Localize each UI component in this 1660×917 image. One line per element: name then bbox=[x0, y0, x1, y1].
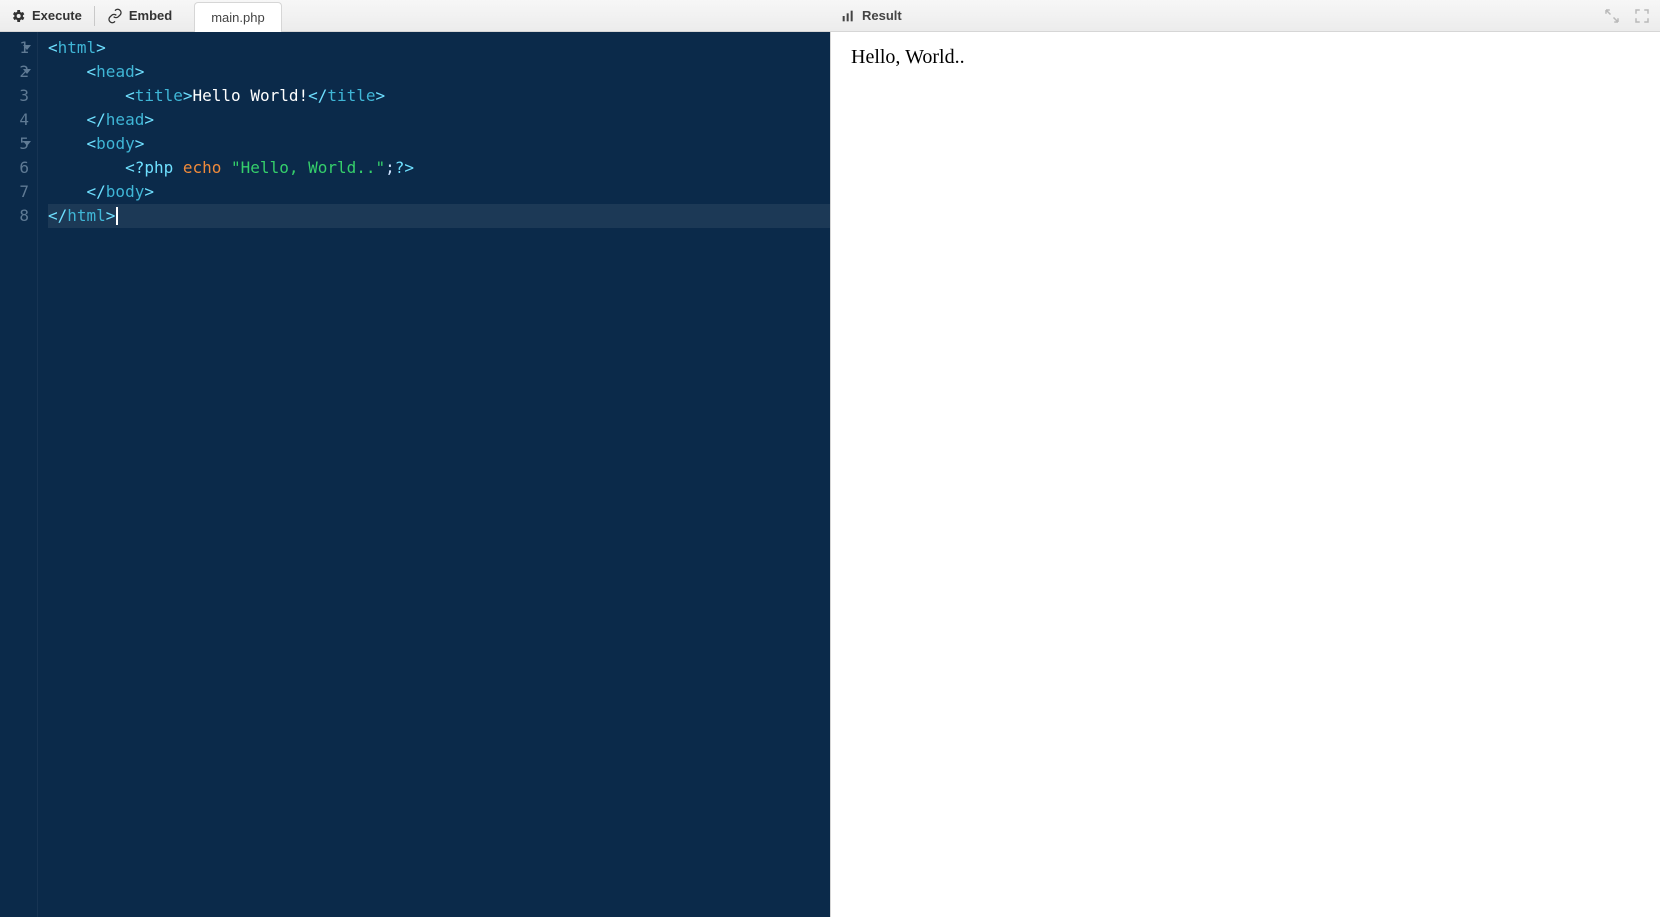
line-number: 1 bbox=[6, 36, 29, 60]
file-tab-label: main.php bbox=[211, 10, 264, 25]
embed-button[interactable]: Embed bbox=[97, 0, 182, 31]
code-line[interactable]: <body> bbox=[48, 132, 830, 156]
result-window-controls bbox=[1602, 6, 1652, 26]
code-line[interactable]: </head> bbox=[48, 108, 830, 132]
line-number: 4 bbox=[6, 108, 29, 132]
line-number: 5 bbox=[6, 132, 29, 156]
code-line[interactable]: <title>Hello World!</title> bbox=[48, 84, 830, 108]
line-number: 3 bbox=[6, 84, 29, 108]
line-number: 8 bbox=[6, 204, 29, 228]
result-pane: Hello, World.. bbox=[830, 32, 1660, 917]
embed-button-label: Embed bbox=[129, 8, 172, 23]
result-toolbar: Result bbox=[830, 0, 1660, 32]
line-number: 7 bbox=[6, 180, 29, 204]
expand-icon[interactable] bbox=[1602, 6, 1622, 26]
code-line[interactable]: <head> bbox=[48, 60, 830, 84]
line-number: 6 bbox=[6, 156, 29, 180]
file-tab[interactable]: main.php bbox=[194, 2, 281, 33]
gears-icon bbox=[10, 8, 26, 24]
result-output: Hello, World.. bbox=[851, 46, 965, 68]
main-area: 12345678 <html> <head> <title>Hello Worl… bbox=[0, 32, 1660, 917]
editor-toolbar: Execute Embed main.php bbox=[0, 0, 830, 32]
toolbar-divider bbox=[94, 6, 95, 26]
code-area[interactable]: <html> <head> <title>Hello World!</title… bbox=[38, 32, 830, 917]
code-line[interactable]: <?php echo "Hello, World..";?> bbox=[48, 156, 830, 180]
execute-button-label: Execute bbox=[32, 8, 82, 23]
execute-button[interactable]: Execute bbox=[0, 0, 92, 31]
text-cursor bbox=[116, 207, 118, 225]
top-toolbar-row: Execute Embed main.php bbox=[0, 0, 1660, 32]
code-line[interactable]: </html> bbox=[48, 204, 830, 228]
bar-chart-icon bbox=[840, 8, 856, 24]
code-line[interactable]: <html> bbox=[48, 36, 830, 60]
line-number: 2 bbox=[6, 60, 29, 84]
code-editor[interactable]: 12345678 <html> <head> <title>Hello Worl… bbox=[0, 32, 830, 917]
link-icon bbox=[107, 8, 123, 24]
line-gutter: 12345678 bbox=[0, 32, 38, 917]
result-label-text: Result bbox=[862, 8, 902, 23]
result-header: Result bbox=[840, 8, 902, 24]
code-line[interactable]: </body> bbox=[48, 180, 830, 204]
fullscreen-icon[interactable] bbox=[1632, 6, 1652, 26]
